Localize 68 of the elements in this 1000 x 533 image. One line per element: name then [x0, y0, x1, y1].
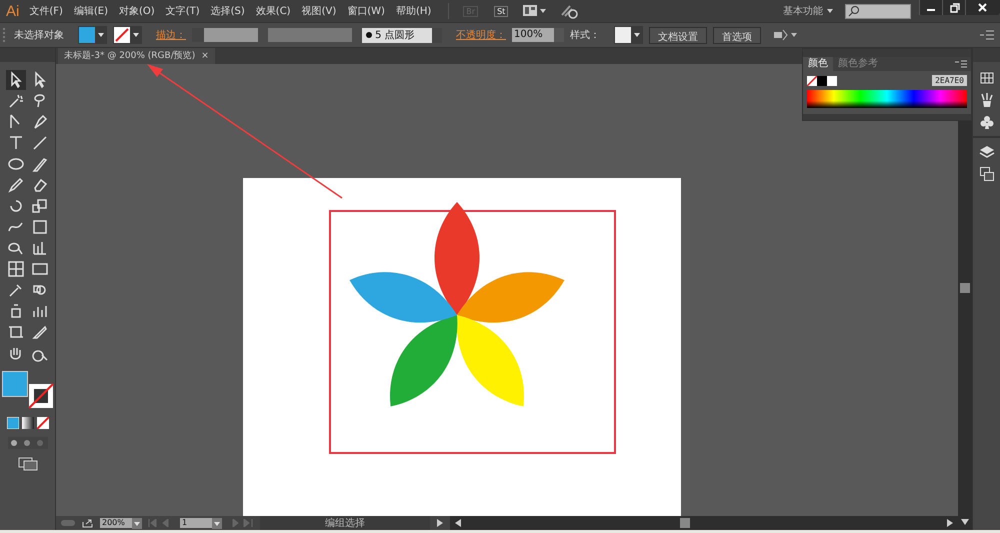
sync-icon[interactable]: [560, 3, 578, 19]
screen-mode-icon[interactable]: [18, 457, 38, 471]
brushes-icon[interactable]: [978, 92, 994, 108]
scroll-thumb[interactable]: [960, 283, 970, 293]
scroll-right-icon[interactable]: [946, 519, 954, 527]
stroke-swatch[interactable]: [28, 383, 54, 409]
brush-dropdown[interactable]: 5 点圆形: [362, 28, 442, 42]
search-icon: [848, 5, 860, 17]
mesh-icon[interactable]: [6, 259, 26, 279]
fill-color-dropdown[interactable]: [78, 26, 107, 44]
menu-item[interactable]: 效果(C): [256, 4, 291, 18]
current-tool-label: 编组选择: [260, 516, 430, 530]
caret-icon: [98, 33, 104, 37]
workspace-dropdown[interactable]: 基本功能: [783, 4, 833, 18]
scroll-thumb[interactable]: [680, 518, 690, 528]
document-tab[interactable]: 未标题-3* @ 200% (RGB/预览) ×: [58, 48, 215, 64]
caret-icon: [133, 33, 139, 37]
search-field[interactable]: [845, 4, 911, 18]
toolbar-button[interactable]: 文档设置: [649, 26, 707, 44]
scroll-left-icon[interactable]: [454, 519, 462, 527]
app-button[interactable]: St: [494, 6, 508, 16]
none-mode-icon[interactable]: [36, 417, 48, 429]
menu-item[interactable]: 对象(O): [119, 4, 155, 18]
app-logo: Ai: [6, 2, 20, 20]
caret-icon: [827, 9, 833, 13]
style-dropdown[interactable]: [614, 26, 643, 44]
fill-swatch[interactable]: [2, 371, 28, 397]
panel-tab[interactable]: 颜色: [803, 57, 833, 71]
artboards-icon[interactable]: [978, 166, 994, 182]
color-mode-icon[interactable]: [6, 417, 18, 429]
menu-item[interactable]: 视图(V): [302, 4, 336, 18]
share-icon[interactable]: [82, 518, 94, 528]
layers-icon[interactable]: [978, 144, 994, 160]
opacity-field[interactable]: 100%: [512, 28, 564, 42]
panel-menu-icon[interactable]: [955, 60, 967, 68]
tab-close-button[interactable]: ×: [201, 48, 209, 64]
zoom-dropdown-icon[interactable]: [132, 518, 142, 528]
status-menu-arrow-icon[interactable]: [436, 519, 444, 527]
panel-menu-icon[interactable]: [980, 30, 994, 40]
zoom-field[interactable]: 200%: [100, 518, 132, 528]
stroke-color-dropdown[interactable]: [113, 26, 142, 44]
menu-item[interactable]: 窗口(W): [347, 4, 385, 18]
brush-dot-icon: [366, 32, 372, 38]
club-icon[interactable]: [978, 114, 994, 130]
arrange-icon[interactable]: [773, 29, 797, 41]
swatches-icon[interactable]: [978, 70, 994, 86]
default-swatches-icon[interactable]: [807, 76, 837, 86]
gradient-mode-icon[interactable]: [22, 417, 34, 429]
menu-item[interactable]: 文件(F): [29, 4, 63, 18]
menu-item[interactable]: 文字(T): [166, 4, 200, 18]
selection-tool-icon[interactable]: [6, 70, 26, 90]
menu-item[interactable]: 选择(S): [210, 4, 245, 18]
toolbar-button[interactable]: 首选项: [713, 26, 761, 44]
hex-field[interactable]: 2EA7E0: [932, 75, 967, 86]
draw-mode-icon[interactable]: [8, 437, 48, 449]
pencil-icon[interactable]: [6, 175, 26, 195]
stroke-weight-field[interactable]: [192, 28, 258, 42]
color-spectrum[interactable]: [807, 90, 967, 108]
horizontal-scrollbar[interactable]: [450, 516, 958, 530]
caret-icon: [634, 33, 640, 37]
page-field[interactable]: 1: [180, 518, 212, 528]
scroll-down-icon[interactable]: [961, 518, 969, 526]
menu-item[interactable]: 编辑(E): [74, 4, 108, 18]
selection-status: 未选择对象: [14, 28, 64, 42]
page-dropdown-icon[interactable]: [212, 518, 222, 528]
menu-item[interactable]: 帮助(H): [396, 4, 432, 18]
style-label: 样式：: [570, 28, 600, 42]
layout-icon[interactable]: [522, 4, 548, 18]
